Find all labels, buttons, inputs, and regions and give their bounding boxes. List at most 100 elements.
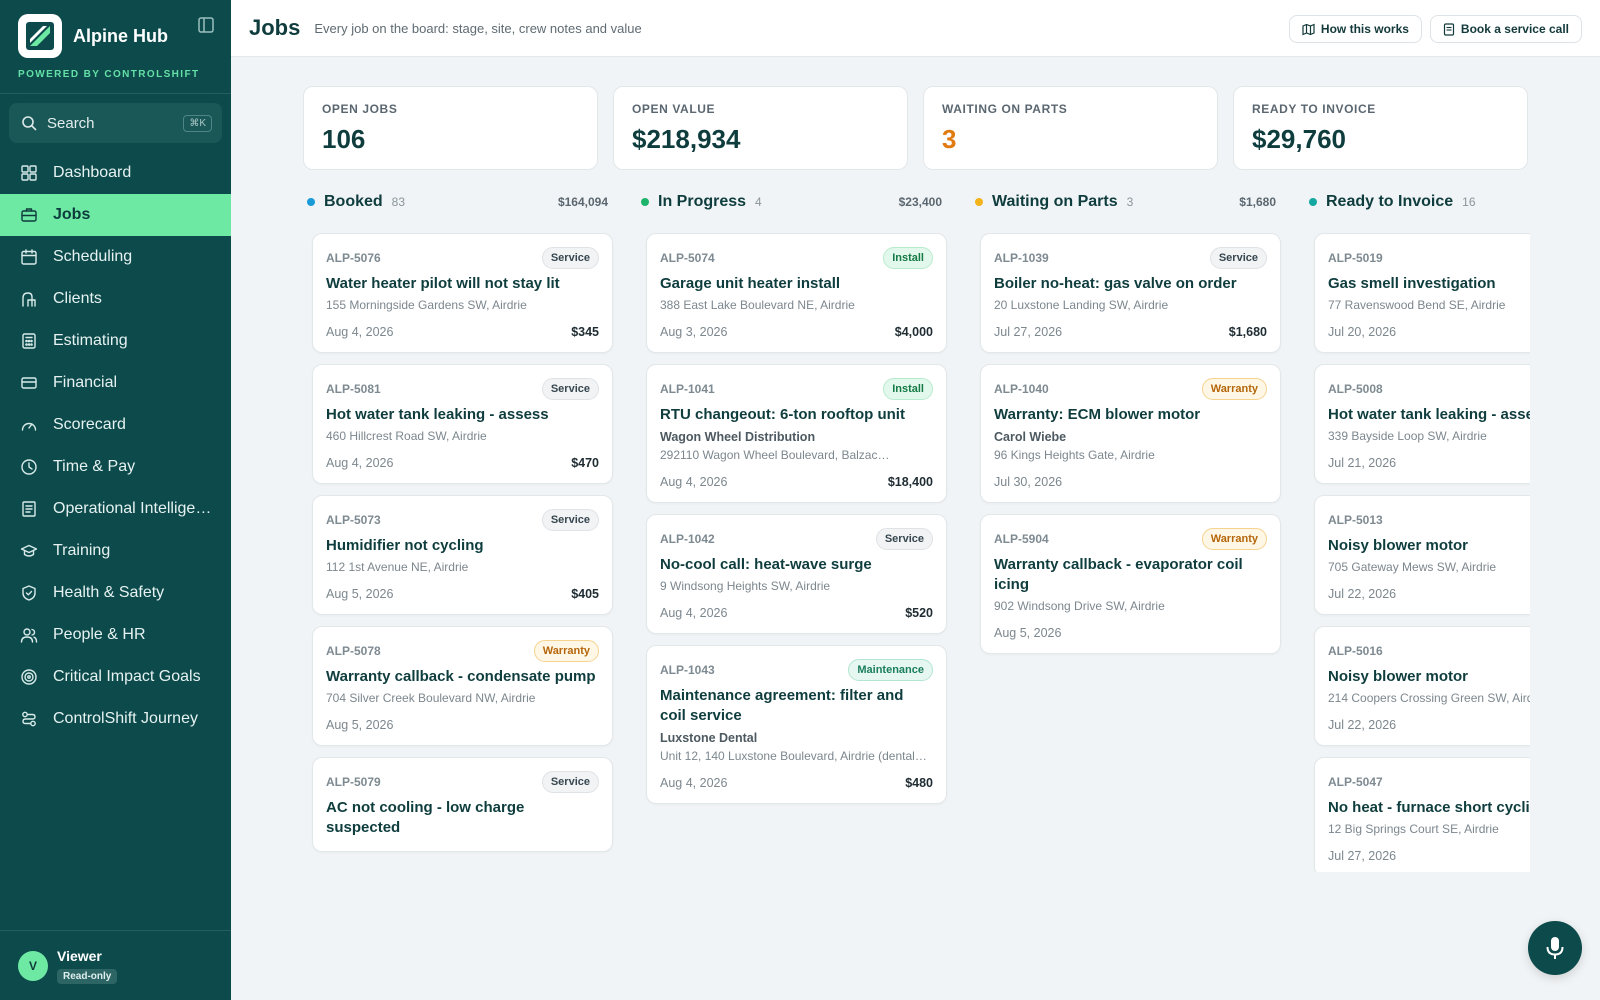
job-id: ALP-5013	[1328, 513, 1383, 527]
stage-dot	[1309, 198, 1317, 206]
job-card[interactable]: ALP-5013 Noisy blower motor 705 Gateway Me…	[1314, 495, 1530, 615]
job-address: 902 Windsong Drive SW, Airdrie	[994, 599, 1165, 613]
job-card[interactable]: ALP-5079 Service AC not cooling - low char…	[312, 757, 613, 852]
job-card[interactable]: ALP-5081 Service Hot water tank leaking - …	[312, 364, 613, 484]
column-total: $23,400	[898, 195, 942, 209]
sidebar-item-financial[interactable]: Financial	[0, 362, 231, 404]
stage-dot	[307, 198, 315, 206]
job-card[interactable]: ALP-5078 Warranty Warranty callback - cond…	[312, 626, 613, 746]
job-date: Jul 21, 2026	[1328, 456, 1397, 470]
sidebar-item-jobs[interactable]: Jobs	[0, 194, 231, 236]
job-title: Humidifier not cycling	[326, 537, 484, 554]
stat-card: WAITING ON PARTS 3	[923, 86, 1218, 170]
job-address: 214 Coopers Crossing Green SW, Airdrie	[1328, 691, 1530, 705]
user-profile[interactable]: V Viewer Read-only	[0, 930, 231, 1000]
job-type-badge: Service	[541, 247, 599, 269]
job-title: Water heater pilot will not stay lit	[326, 275, 560, 292]
sidebar-item-controlshift-journey[interactable]: ControlShift Journey	[0, 698, 231, 740]
job-id: ALP-5076	[326, 251, 381, 265]
job-card[interactable]: ALP-5073 Service Humidifier not cycling 112…	[312, 495, 613, 615]
job-address: 460 Hillcrest Road SW, Airdrie	[326, 429, 487, 443]
job-id: ALP-5904	[994, 532, 1049, 546]
column-header: In Progress 4 $23,400	[637, 190, 947, 214]
search-box[interactable]: Search ⌘K	[9, 103, 222, 143]
stage-dot	[641, 198, 649, 206]
job-id: ALP-5019	[1328, 251, 1383, 265]
sidebar-item-label: Health & Safety	[53, 584, 165, 601]
job-title: No-cool call: heat-wave surge	[660, 556, 872, 573]
job-address: 705 Gateway Mews SW, Airdrie	[1328, 560, 1497, 574]
page-title: Jobs	[249, 15, 301, 40]
job-value: $18,400	[887, 475, 933, 489]
sidebar-item-critical-impact-goals[interactable]: Critical Impact Goals	[0, 656, 231, 698]
sidebar-item-scorecard[interactable]: Scorecard	[0, 404, 231, 446]
job-client: Carol Wiebe	[994, 430, 1067, 444]
brand-block: Alpine Hub POWERED BY CONTROLSHIFT	[0, 0, 231, 94]
job-card[interactable]: ALP-1039 Service Boiler no-heat: gas valve…	[980, 233, 1281, 353]
board-column: In Progress 4 $23,400 ALP-5074 Install Garage…	[637, 190, 947, 804]
book-service-call-button[interactable]: Book a service call	[1429, 15, 1582, 43]
job-card[interactable]: ALP-5074 Install Garage unit heater instal…	[646, 233, 947, 353]
calculator-icon	[22, 333, 36, 349]
column-count: 16	[1462, 195, 1476, 209]
job-id: ALP-5016	[1328, 644, 1383, 658]
sidebar-item-label: Scheduling	[53, 248, 133, 265]
sidebar-item-label: Estimating	[53, 332, 128, 349]
calendar-icon	[21, 249, 37, 265]
page-header: Jobs Every job on the board: stage, site…	[231, 0, 1600, 57]
collapse-sidebar-icon[interactable]	[197, 16, 215, 34]
sidebar-item-operational-intellige[interactable]: Operational Intellige…	[0, 488, 231, 530]
job-address: 9 Windsong Heights SW, Airdrie	[660, 579, 831, 593]
job-card[interactable]: ALP-1040 Warranty Warranty: ECM blower mot…	[980, 364, 1281, 503]
search-label: Search	[47, 114, 95, 132]
stat-label: OPEN JOBS	[322, 102, 398, 116]
microphone-icon	[1546, 937, 1564, 959]
job-card[interactable]: ALP-5047 No heat - furnace short cycling 1…	[1314, 757, 1530, 872]
job-card[interactable]: ALP-1043 Maintenance Maintenance agreement…	[646, 645, 947, 804]
sidebar-item-scheduling[interactable]: Scheduling	[0, 236, 231, 278]
stat-card: READY TO INVOICE $29,760	[1233, 86, 1528, 170]
brand-name: Alpine Hub	[73, 25, 168, 46]
sidebar-item-dashboard[interactable]: Dashboard	[0, 152, 231, 194]
job-card[interactable]: ALP-5008 Hot water tank leaking - assess 3…	[1314, 364, 1530, 484]
job-date: Jul 20, 2026	[1328, 325, 1397, 339]
sidebar-item-clients[interactable]: Clients	[0, 278, 231, 320]
stat-value: 106	[322, 124, 366, 154]
sidebar-item-label: Clients	[53, 290, 102, 307]
job-address: 292110 Wagon Wheel Boulevard, Balzac…	[660, 448, 890, 462]
sidebar-nav: Dashboard Jobs Scheduling Clients Estimating…	[0, 152, 231, 740]
job-card[interactable]: ALP-1041 Install RTU changeout: 6-ton roof…	[646, 364, 947, 503]
job-type-badge: Warranty	[1201, 528, 1267, 550]
job-card[interactable]: ALP-5016 Noisy blower motor 214 Coopers Cr…	[1314, 626, 1530, 746]
job-card[interactable]: ALP-5076 Service Water heater pilot will n…	[312, 233, 613, 353]
job-address: Unit 12, 140 Luxstone Boulevard, Airdrie…	[660, 749, 927, 763]
how-this-works-button[interactable]: How this works	[1288, 15, 1422, 43]
map-icon	[1302, 23, 1315, 35]
job-id: ALP-1039	[994, 251, 1049, 265]
sidebar-item-health-safety[interactable]: Health & Safety	[0, 572, 231, 614]
job-date: Aug 5, 2026	[326, 587, 394, 601]
job-card[interactable]: ALP-5019 Gas smell investigation 77 Ravens…	[1314, 233, 1530, 353]
job-title: Warranty: ECM blower motor	[994, 406, 1201, 423]
sidebar-item-time-pay[interactable]: Time & Pay	[0, 446, 231, 488]
job-id: ALP-5078	[326, 644, 381, 658]
stat-label: OPEN VALUE	[632, 102, 716, 116]
column-title: Waiting on Parts	[992, 193, 1118, 210]
stat-card: OPEN JOBS 106	[303, 86, 598, 170]
sidebar-item-label: People & HR	[53, 626, 146, 643]
column-count: 83	[391, 195, 406, 209]
sidebar-item-people-hr[interactable]: People & HR	[0, 614, 231, 656]
job-id: ALP-5074	[660, 251, 715, 265]
column-title: In Progress	[658, 193, 747, 210]
alpine-hub-logo[interactable]	[18, 14, 62, 58]
sidebar-item-estimating[interactable]: Estimating	[0, 320, 231, 362]
job-client: Luxstone Dental	[660, 731, 758, 745]
job-date: Aug 4, 2026	[660, 776, 728, 790]
job-date: Jul 22, 2026	[1328, 718, 1397, 732]
job-title: Warranty callback - condensate pump	[326, 668, 596, 685]
clock-icon	[21, 459, 37, 475]
sidebar-item-training[interactable]: Training	[0, 530, 231, 572]
voice-assistant-button[interactable]	[1528, 921, 1582, 975]
job-card[interactable]: ALP-5904 Warranty Warranty callback - evap…	[980, 514, 1281, 654]
job-card[interactable]: ALP-1042 Service No-cool call: heat-wave s…	[646, 514, 947, 634]
